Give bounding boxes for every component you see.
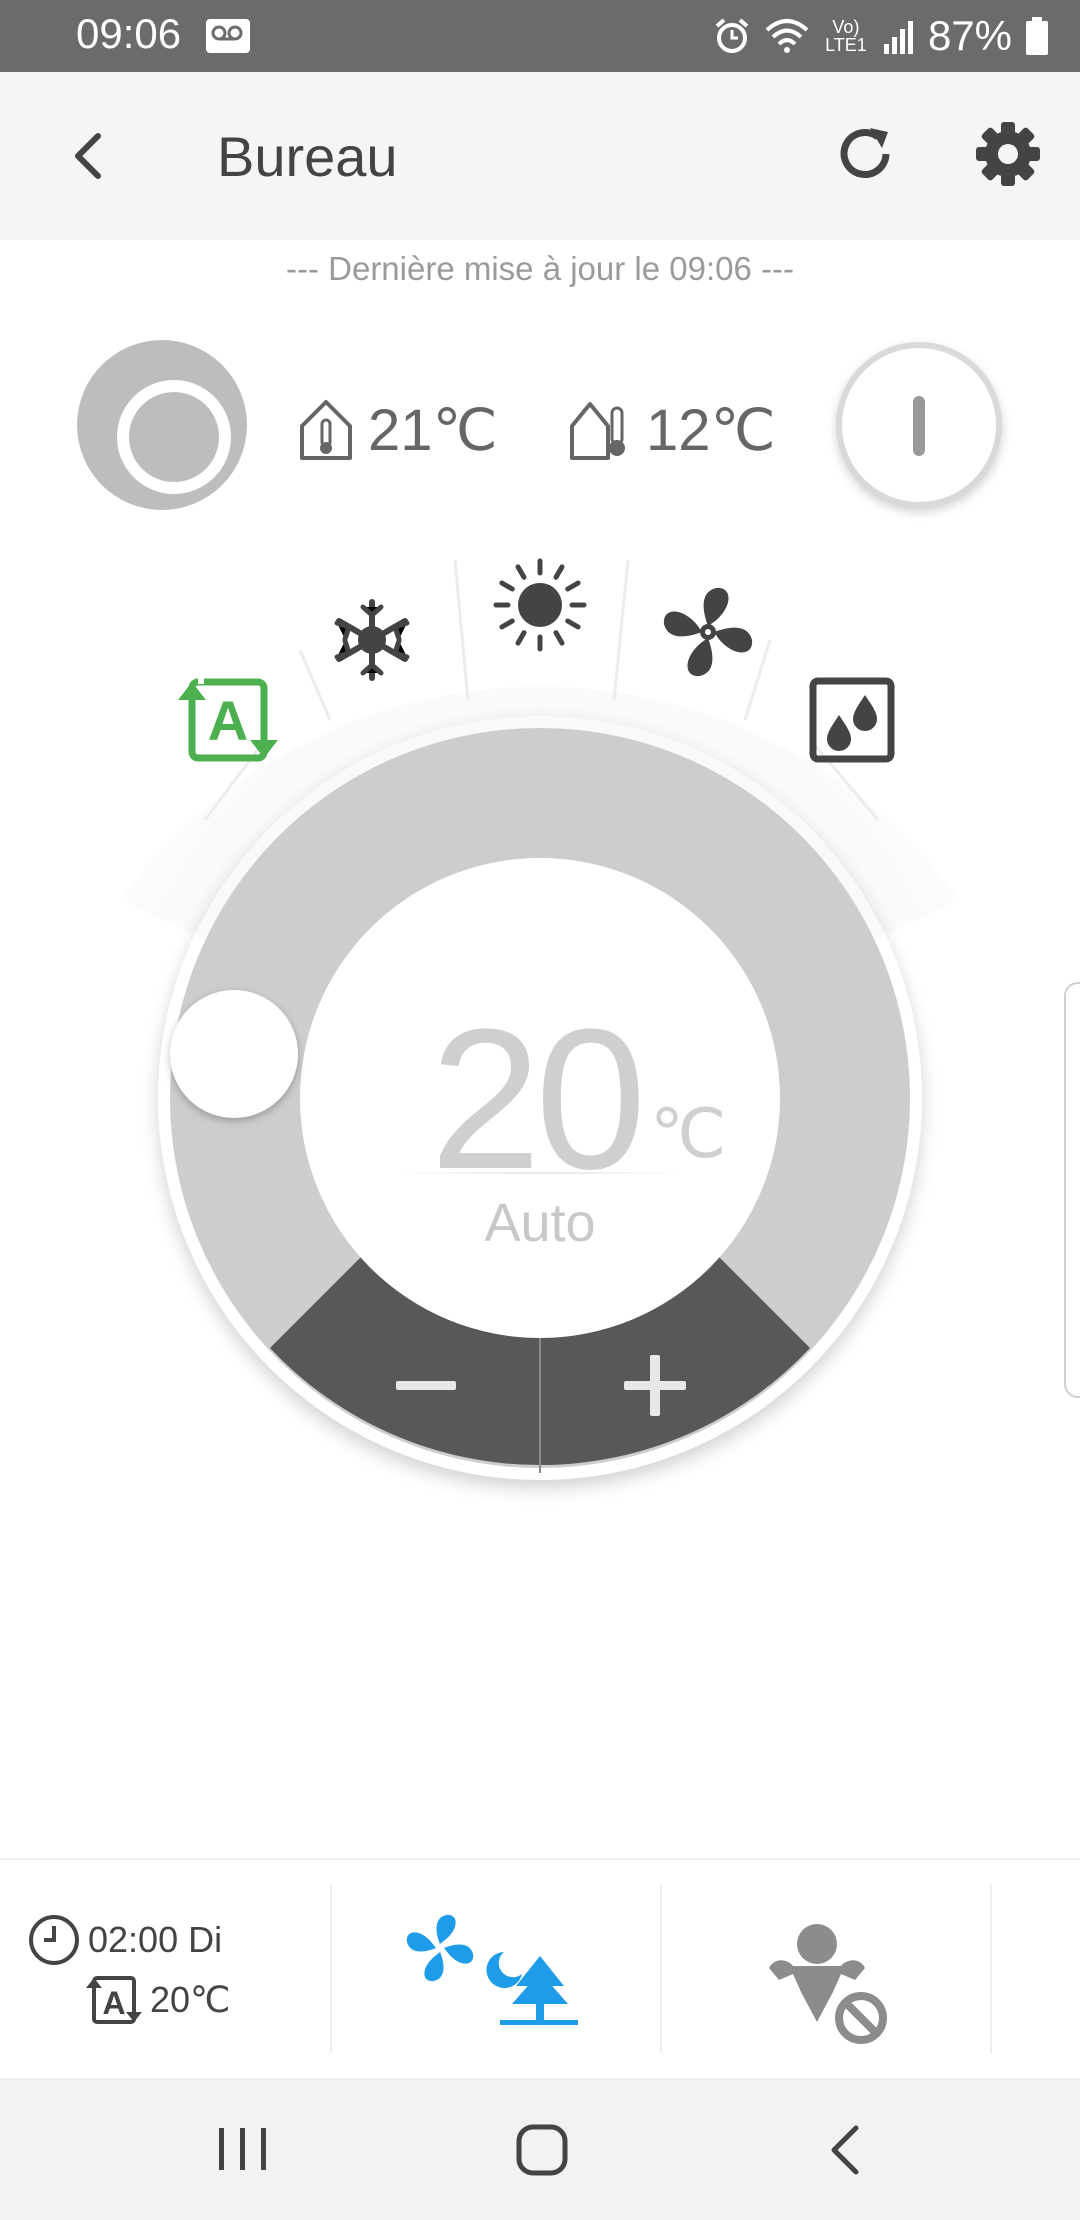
outdoor-temperature: 12℃ — [568, 390, 776, 470]
power-off-button[interactable] — [77, 340, 247, 510]
schedule-timer[interactable]: 02:00 Di A 20℃ — [26, 1910, 326, 2030]
divider — [330, 1884, 332, 2054]
setpoint-divider — [395, 1172, 685, 1174]
system-nav-bar — [0, 2078, 1080, 2220]
fan-night-quiet-button[interactable] — [400, 1910, 590, 2040]
outdoor-thermometer-icon — [570, 402, 625, 460]
alarm-icon — [715, 18, 749, 53]
current-mode-label: Auto — [484, 1193, 596, 1253]
snowflake-icon — [334, 599, 410, 681]
home-button[interactable] — [514, 2122, 570, 2178]
indoor-temperature-value: 21℃ — [368, 398, 498, 463]
indoor-temperature: 21℃ — [298, 390, 498, 470]
mode-cool-button[interactable] — [312, 580, 432, 700]
increase-temperature-button[interactable] — [570, 1340, 740, 1430]
status-bar: 09:06 Vo) LTE1 87% — [0, 0, 1080, 72]
signal-icon — [883, 21, 913, 54]
battery-percent: 87% — [927, 12, 1012, 59]
decrease-temperature-button[interactable] — [340, 1340, 510, 1430]
refresh-icon[interactable] — [830, 114, 900, 194]
nav-back-button[interactable] — [824, 2122, 868, 2178]
network-label: Vo) LTE1 — [825, 17, 867, 55]
last-update-text: --- Dernière mise à jour le 09:06 --- — [286, 250, 794, 287]
tree-icon — [500, 1956, 578, 2025]
setpoint-temperature: 20 — [430, 988, 646, 1211]
status-icons: Vo) LTE1 87% — [712, 8, 1050, 64]
page-title: Bureau — [217, 125, 398, 188]
battery-icon — [1026, 17, 1048, 55]
auto-mode-small-icon: A — [86, 1976, 142, 2024]
dial-handle[interactable] — [170, 990, 298, 1118]
fan-icon — [406, 1914, 474, 1982]
mode-heat-button[interactable] — [480, 545, 600, 665]
moon-icon — [486, 1952, 522, 1988]
fan-icon — [663, 587, 753, 677]
clock-icon — [29, 1915, 79, 1965]
power-on-button[interactable] — [836, 342, 1002, 508]
sun-icon — [493, 558, 587, 652]
status-time: 09:06 — [76, 10, 182, 57]
side-panel-handle[interactable] — [1064, 982, 1080, 1398]
divider — [660, 1884, 662, 2054]
indoor-thermometer-icon — [300, 400, 352, 460]
bottom-info-bar: 02:00 Di A 20℃ — [0, 1858, 1080, 2078]
mode-fan-button[interactable] — [648, 572, 768, 692]
prohibited-icon — [835, 1992, 887, 2044]
gear-icon[interactable] — [968, 114, 1048, 194]
divider — [990, 1884, 992, 2054]
schedule-setpoint: 20℃ — [150, 1979, 231, 2020]
powerful-mode-button[interactable] — [755, 1922, 895, 2052]
schedule-time: 02:00 Di — [88, 1919, 223, 1960]
wifi-icon — [765, 19, 809, 53]
app-header: Bureau — [0, 72, 1080, 240]
back-button[interactable] — [52, 116, 128, 196]
outdoor-temperature-value: 12℃ — [646, 398, 776, 463]
setpoint-unit: ℃ — [650, 1096, 727, 1172]
svg-text:A: A — [102, 1985, 125, 2021]
recents-button[interactable] — [215, 2124, 271, 2174]
voicemail-icon — [206, 19, 250, 53]
